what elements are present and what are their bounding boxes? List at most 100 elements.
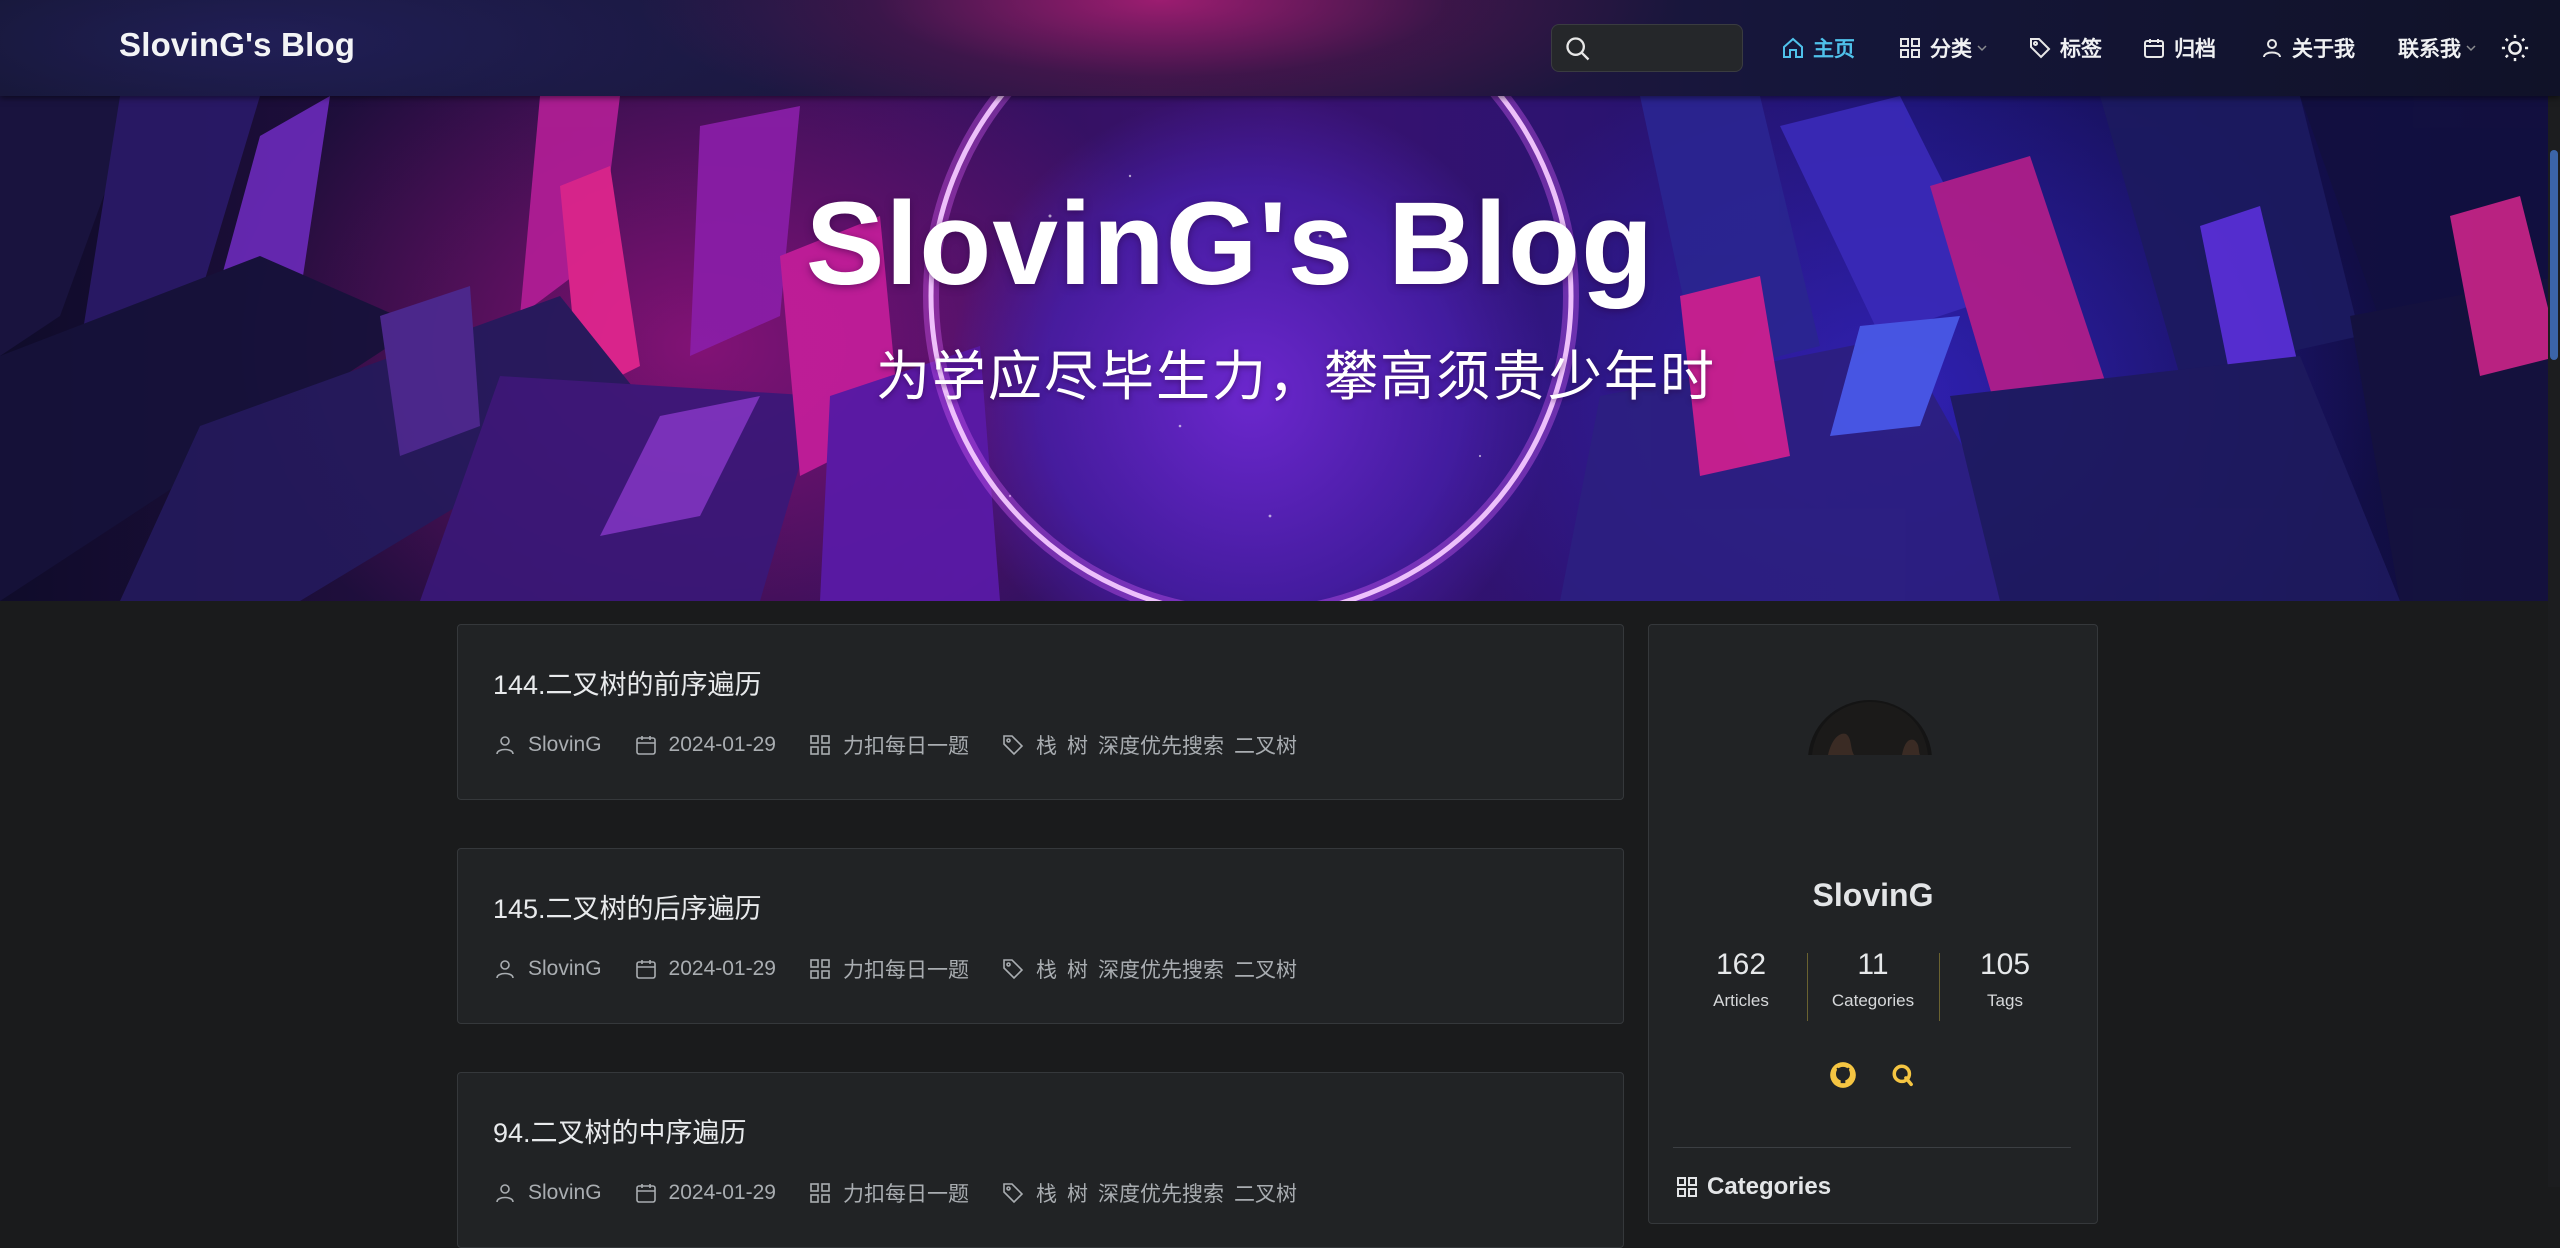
tag-link[interactable]: 树 xyxy=(1067,1178,1088,1208)
nav-item-home[interactable]: 主页 xyxy=(1781,30,1855,66)
page-scrollbar[interactable] xyxy=(2548,0,2560,1187)
sidebar-divider xyxy=(1673,1147,2071,1148)
stat-articles[interactable]: 162 Articles xyxy=(1675,947,1807,1019)
stat-tags[interactable]: 105 Tags xyxy=(1939,947,2071,1021)
stat-value: 11 xyxy=(1857,948,1889,981)
post-category[interactable]: 力扣每日一题 xyxy=(808,730,969,760)
nav-label: 关于我 xyxy=(2292,38,2355,61)
tag-link[interactable]: 二叉树 xyxy=(1234,1178,1297,1208)
tag-link[interactable]: 栈 xyxy=(1036,954,1057,984)
nav-item-categories[interactable]: 分类 xyxy=(1898,30,1988,66)
qq-icon[interactable] xyxy=(1889,1061,1917,1089)
stat-label: Categories xyxy=(1831,991,1915,1010)
author-name: SlovinG xyxy=(528,957,602,980)
scrollbar-thumb[interactable] xyxy=(2550,150,2558,360)
search-box[interactable] xyxy=(1551,24,1743,72)
nav-label: 主页 xyxy=(1813,38,1855,61)
tag-link[interactable]: 二叉树 xyxy=(1234,954,1297,984)
top-navbar: SlovinG's Blog 主页 分类 标签 归档 关于我 联系我 xyxy=(0,0,2560,96)
post-date: 2024-01-29 xyxy=(634,733,776,757)
nav-label: 标签 xyxy=(2060,38,2102,61)
home-icon xyxy=(1783,37,1803,58)
section-title: Categories xyxy=(1707,1173,1832,1200)
stat-value: 105 xyxy=(1979,948,2031,981)
sun-icon[interactable] xyxy=(2500,33,2530,63)
search-input[interactable] xyxy=(1602,33,1736,65)
post-author[interactable]: SlovinG xyxy=(493,1181,602,1205)
tag-link[interactable]: 二叉树 xyxy=(1234,730,1297,760)
calendar-icon xyxy=(635,960,656,979)
post-card[interactable]: 144.二叉树的前序遍历 SlovinG 2024-01-29 力扣每日一题 栈… xyxy=(457,624,1624,800)
post-author[interactable]: SlovinG xyxy=(493,957,602,981)
avatar[interactable] xyxy=(1806,698,1934,755)
post-meta: SlovinG 2024-01-29 力扣每日一题 栈 树 深度优先搜索 二叉树 xyxy=(493,1178,1339,1208)
tag-link[interactable]: 深度优先搜索 xyxy=(1098,1178,1224,1208)
stat-value: 162 xyxy=(1715,948,1767,981)
stat-label: Tags xyxy=(1987,991,2023,1010)
post-tags: 栈 树 深度优先搜索 二叉树 xyxy=(1001,954,1307,984)
author-name: SlovinG xyxy=(528,733,602,756)
post-author[interactable]: SlovinG xyxy=(493,733,602,757)
grid-icon xyxy=(810,735,830,755)
category-text: 力扣每日一题 xyxy=(842,959,969,982)
post-card[interactable]: 94.二叉树的中序遍历 SlovinG 2024-01-29 力扣每日一题 栈 … xyxy=(457,1072,1624,1248)
category-text: 力扣每日一题 xyxy=(842,735,969,758)
calendar-icon xyxy=(2144,39,2164,58)
tag-icon xyxy=(1003,735,1024,756)
category-text: 力扣每日一题 xyxy=(842,1183,969,1206)
post-tags: 栈 树 深度优先搜索 二叉树 xyxy=(1001,730,1307,760)
nav-item-about[interactable]: 关于我 xyxy=(2260,30,2355,66)
tag-icon xyxy=(1003,959,1024,980)
author-name: SlovinG xyxy=(528,1181,602,1204)
user-icon xyxy=(496,1184,514,1203)
tag-link[interactable]: 栈 xyxy=(1036,730,1057,760)
hero-title: SlovinG's Blog xyxy=(805,178,1655,310)
hero-subtitle: 为学应尽毕生力，攀高须贵少年时 xyxy=(876,347,1716,407)
nav-item-contact[interactable]: 联系我 xyxy=(2398,30,2477,66)
sidebar-section-categories: Categories xyxy=(1675,1173,1831,1201)
author-card: SlovinG 162 Articles 11 Categories 105 T… xyxy=(1648,624,2098,1224)
post-title[interactable]: 145.二叉树的后序遍历 xyxy=(493,887,762,926)
chevron-down-icon xyxy=(1977,45,1987,52)
nav-item-tags[interactable]: 标签 xyxy=(2028,30,2102,66)
post-title[interactable]: 144.二叉树的前序遍历 xyxy=(493,663,762,702)
tag-link[interactable]: 深度优先搜索 xyxy=(1098,730,1224,760)
tag-link[interactable]: 栈 xyxy=(1036,1178,1057,1208)
date-text: 2024-01-29 xyxy=(668,1181,776,1204)
date-text: 2024-01-29 xyxy=(668,957,776,980)
site-brand[interactable]: SlovinG's Blog xyxy=(119,26,355,64)
post-category[interactable]: 力扣每日一题 xyxy=(808,954,969,984)
tag-link[interactable]: 树 xyxy=(1067,954,1088,984)
post-meta: SlovinG 2024-01-29 力扣每日一题 栈 树 深度优先搜索 二叉树 xyxy=(493,954,1339,984)
date-text: 2024-01-29 xyxy=(668,733,776,756)
nav-label: 联系我 xyxy=(2398,38,2461,61)
tag-link[interactable]: 树 xyxy=(1067,730,1088,760)
user-icon xyxy=(2263,39,2281,58)
github-icon[interactable] xyxy=(1829,1061,1857,1089)
tag-link[interactable]: 深度优先搜索 xyxy=(1098,954,1224,984)
nav-item-archive[interactable]: 归档 xyxy=(2142,30,2216,66)
post-title[interactable]: 94.二叉树的中序遍历 xyxy=(493,1111,747,1150)
tag-icon xyxy=(1003,1183,1024,1204)
tag-icon xyxy=(2030,38,2051,59)
post-date: 2024-01-29 xyxy=(634,1181,776,1205)
author-name: SlovinG xyxy=(1812,877,1934,913)
search-icon xyxy=(1566,37,1590,61)
grid-icon xyxy=(810,1183,830,1203)
calendar-icon xyxy=(635,736,656,755)
nav-label: 归档 xyxy=(2174,38,2216,61)
post-card[interactable]: 145.二叉树的后序遍历 SlovinG 2024-01-29 力扣每日一题 栈… xyxy=(457,848,1624,1024)
author-stats: 162 Articles 11 Categories 105 Tags xyxy=(1675,947,2071,1021)
calendar-icon xyxy=(635,1184,656,1203)
post-date: 2024-01-29 xyxy=(634,957,776,981)
hero-banner: SlovinG's Blog 为学应尽毕生力，攀高须贵少年时 xyxy=(0,96,2560,601)
stat-label: Articles xyxy=(1713,991,1769,1010)
grid-icon xyxy=(810,959,830,979)
post-meta: SlovinG 2024-01-29 力扣每日一题 栈 树 深度优先搜索 二叉树 xyxy=(493,730,1339,760)
grid-icon xyxy=(1900,38,1920,58)
social-links xyxy=(1649,1061,2097,1089)
stat-categories[interactable]: 11 Categories xyxy=(1807,947,1939,1021)
post-category[interactable]: 力扣每日一题 xyxy=(808,1178,969,1208)
grid-icon xyxy=(1677,1177,1697,1197)
user-icon xyxy=(496,960,514,979)
